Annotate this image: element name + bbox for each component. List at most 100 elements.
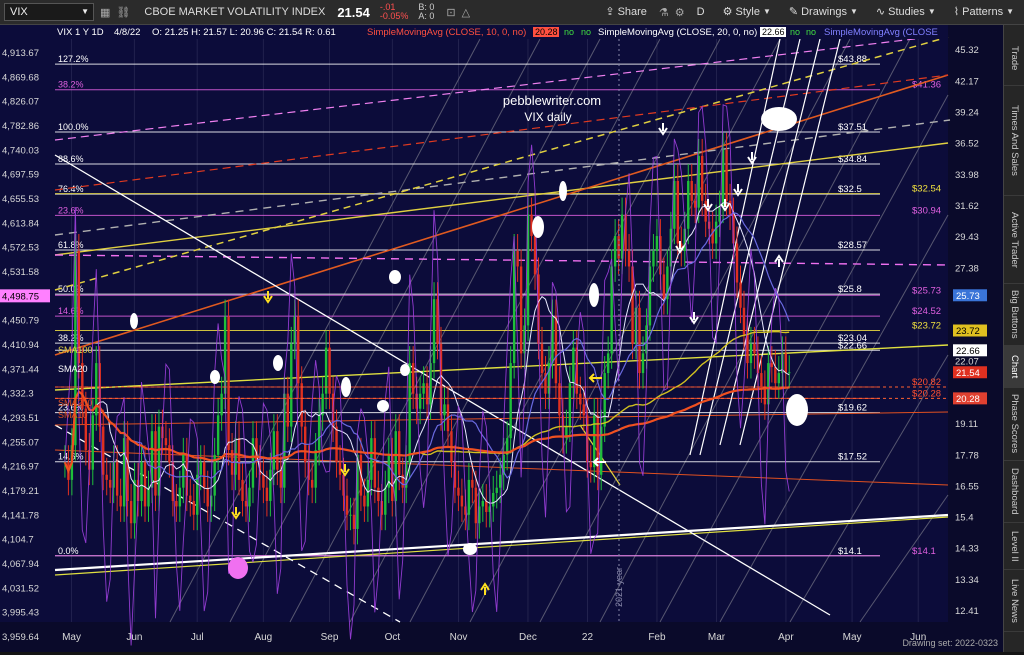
study1-flag: no bbox=[564, 27, 574, 37]
candle-body bbox=[471, 479, 474, 488]
right-axis-label: 22.07 bbox=[955, 357, 979, 368]
candle-body bbox=[627, 251, 631, 267]
candle-body bbox=[265, 487, 269, 502]
candle-body bbox=[655, 236, 659, 252]
chart-title: VIX 1 Y 1D bbox=[57, 27, 104, 38]
fib-level-value: $28.57 bbox=[838, 240, 867, 251]
candle-body bbox=[384, 487, 387, 515]
fib-level-value: $25.8 bbox=[838, 284, 862, 295]
studies-label: Studies bbox=[888, 6, 925, 18]
patterns-label: Patterns bbox=[962, 6, 1004, 18]
fib-level-percent: 127.2% bbox=[58, 54, 89, 64]
link-icon[interactable]: ⛓ bbox=[116, 6, 130, 19]
sidebar-tab-trade[interactable]: Trade bbox=[1004, 31, 1024, 86]
flask-icon[interactable]: ⚗ bbox=[659, 6, 669, 19]
candle-body bbox=[269, 469, 272, 502]
white-ellipse-marker bbox=[532, 216, 544, 238]
sidebar-tab-phase-scores[interactable]: Phase Scores bbox=[1004, 388, 1024, 461]
candle-body bbox=[418, 393, 422, 409]
candle-body bbox=[495, 487, 498, 493]
left-axis-label: 4,216.97 bbox=[2, 462, 39, 473]
candle-body bbox=[432, 299, 436, 364]
candle-body bbox=[147, 487, 150, 507]
sidebar-tab-level-ii[interactable]: Level II bbox=[1004, 523, 1024, 570]
price-chart[interactable]: 127.2% $43.8838.2% $41.36100.0% $37.5188.6%… bbox=[0, 25, 1003, 652]
ma-label: SMA100 bbox=[58, 345, 93, 355]
studies-button[interactable]: ∿ Studies ▼ bbox=[870, 3, 942, 21]
fib-level-percent: 61.8% bbox=[58, 240, 84, 250]
style-button[interactable]: ⚙ Style ▼ bbox=[717, 3, 777, 21]
candle-body bbox=[335, 426, 338, 463]
candle-body bbox=[763, 387, 767, 405]
bid-ask-block: B: 0 A: 0 bbox=[418, 3, 434, 21]
white-ellipse-marker bbox=[273, 355, 283, 371]
fib-level-percent: 0.0% bbox=[58, 546, 79, 556]
left-axis-label: 4,782.86 bbox=[2, 121, 39, 132]
candle-body bbox=[735, 243, 739, 283]
fib-level-value: $30.94 bbox=[912, 205, 941, 216]
candle-body bbox=[175, 501, 178, 507]
right-axis-label: 16.55 bbox=[955, 481, 979, 492]
fib-level-value: $23.72 bbox=[912, 321, 941, 332]
candle-body bbox=[572, 347, 575, 384]
candle-body bbox=[631, 266, 634, 344]
candle-body bbox=[411, 363, 415, 394]
sidebar-tab-dashboard[interactable]: Dashboard bbox=[1004, 461, 1024, 523]
watermark-subtitle: VIX daily bbox=[524, 110, 571, 124]
ask-value: A: 0 bbox=[418, 11, 435, 21]
sidebar-tab-live-news[interactable]: Live News bbox=[1004, 570, 1024, 632]
fib-level-value: $25.73 bbox=[912, 285, 941, 296]
symbol-text: VIX bbox=[10, 6, 28, 18]
ma-label: SMA200 bbox=[58, 398, 93, 408]
chart-panel[interactable]: 127.2% $43.88 38.2% $41.36 100.0% $37.51 88.6%… bbox=[0, 25, 1003, 652]
candle-body bbox=[189, 495, 192, 502]
candle-body bbox=[199, 462, 202, 475]
sidebar-tab-big-buttons[interactable]: Big Buttons bbox=[1004, 284, 1024, 346]
period-button[interactable]: D bbox=[691, 3, 711, 21]
left-axis-label: 4,697.59 bbox=[2, 170, 39, 181]
candle-body bbox=[102, 426, 105, 475]
share-icon: ⇪ bbox=[605, 6, 615, 18]
grid-icon[interactable]: ▦ bbox=[100, 6, 110, 19]
candle-body bbox=[457, 487, 460, 496]
white-ellipse-marker bbox=[761, 107, 797, 131]
sidebar-tab-chart[interactable]: Chart bbox=[1004, 346, 1024, 388]
left-axis-label: 4,104.7 bbox=[2, 535, 34, 546]
alert-icon[interactable]: ⊡ bbox=[446, 6, 455, 19]
white-ellipse-marker bbox=[389, 270, 401, 284]
white-ellipse-marker bbox=[377, 400, 389, 412]
sidebar-tab-times-and-sales[interactable]: Times And Sales bbox=[1004, 86, 1024, 196]
symbol-input[interactable]: VIX ▼ bbox=[4, 3, 94, 21]
drawings-button[interactable]: ✎ Drawings ▼ bbox=[783, 3, 864, 21]
pink-ellipse-marker bbox=[228, 557, 248, 579]
left-axis-label: 3,995.43 bbox=[2, 608, 39, 619]
fib-level-percent: 23.6% bbox=[58, 205, 84, 215]
symbol-description: CBOE MARKET VOLATILITY INDEX bbox=[144, 6, 326, 18]
candle-body bbox=[164, 438, 168, 446]
candle-body bbox=[540, 343, 544, 374]
x-axis-label: May bbox=[843, 632, 862, 643]
price-badge-label: 20.28 bbox=[956, 394, 980, 405]
right-axis-label: 31.62 bbox=[955, 201, 979, 212]
settings-icon[interactable]: ⚙ bbox=[675, 6, 685, 19]
share-button[interactable]: ⇪ Share bbox=[599, 3, 653, 21]
price-badge-label: 25.73 bbox=[956, 291, 980, 302]
candle-body bbox=[276, 431, 279, 470]
right-axis-label: 15.4 bbox=[955, 513, 974, 524]
left-axis-label: 4,655.53 bbox=[2, 194, 39, 205]
candle-body bbox=[774, 367, 777, 384]
left-axis-label: 4,031.52 bbox=[2, 583, 39, 594]
candle-body bbox=[129, 501, 133, 524]
study3-label: SimpleMovingAvg (CLOSE bbox=[824, 27, 938, 38]
sidebar-tab-active-trader[interactable]: Active Trader bbox=[1004, 196, 1024, 284]
price-badge-label: 21.54 bbox=[956, 368, 980, 379]
right-axis-label: 27.38 bbox=[955, 263, 979, 274]
patterns-button[interactable]: ⌇ Patterns ▼ bbox=[948, 3, 1020, 21]
study1-flag2: no bbox=[581, 27, 591, 37]
candle-body bbox=[310, 479, 314, 488]
candle-body bbox=[613, 236, 617, 267]
white-ellipse-marker bbox=[589, 283, 599, 307]
candle-body bbox=[784, 353, 787, 374]
white-ellipse-marker bbox=[210, 370, 220, 384]
candle-body bbox=[753, 343, 756, 354]
